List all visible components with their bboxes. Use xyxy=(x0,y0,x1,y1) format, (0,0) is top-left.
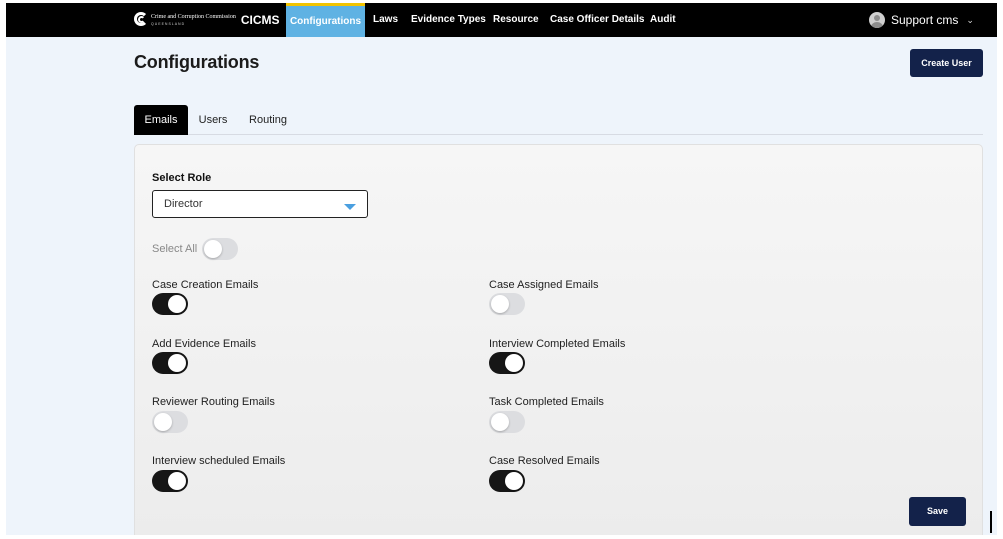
email-settings-panel: Select Role Director Select All Case Cre… xyxy=(134,144,983,535)
nav-tab-configurations[interactable]: Configurations xyxy=(286,3,365,37)
option-label-interview-scheduled: Interview scheduled Emails xyxy=(152,455,286,467)
toggle-reviewer-routing[interactable] xyxy=(152,411,188,433)
nav-tab-audit[interactable]: Audit xyxy=(650,3,676,37)
config-tabs: Emails Users Routing xyxy=(134,105,983,135)
text-cursor-icon xyxy=(990,511,992,533)
user-menu[interactable]: Support cms ⌄ xyxy=(869,10,974,30)
toggle-case-creation[interactable] xyxy=(152,293,188,315)
select-all-toggle[interactable] xyxy=(202,238,238,260)
app-window: Crime and Corruption Commission QUEENSLA… xyxy=(6,3,997,535)
role-select[interactable]: Director xyxy=(152,190,368,218)
save-button[interactable]: Save xyxy=(909,497,966,526)
option-label-task-completed: Task Completed Emails xyxy=(489,396,604,408)
option-label-reviewer-routing: Reviewer Routing Emails xyxy=(152,396,275,408)
create-user-button[interactable]: Create User xyxy=(910,49,983,77)
app-logo[interactable]: Crime and Corruption Commission QUEENSLA… xyxy=(134,9,280,31)
option-label-add-evidence: Add Evidence Emails xyxy=(152,338,256,350)
role-select-value: Director xyxy=(164,198,203,210)
chevron-down-icon: ⌄ xyxy=(966,14,974,25)
logo-text: Crime and Corruption Commission QUEENSLA… xyxy=(151,14,236,27)
toggle-interview-scheduled[interactable] xyxy=(152,470,188,492)
toggle-add-evidence[interactable] xyxy=(152,352,188,374)
top-nav: Crime and Corruption Commission QUEENSLA… xyxy=(6,3,997,37)
option-label-interview-completed: Interview Completed Emails xyxy=(489,338,626,350)
user-avatar-icon xyxy=(869,12,885,28)
option-label-case-creation: Case Creation Emails xyxy=(152,279,259,291)
toggle-interview-completed[interactable] xyxy=(489,352,525,374)
option-label-case-resolved: Case Resolved Emails xyxy=(489,455,600,467)
toggle-case-assigned[interactable] xyxy=(489,293,525,315)
tab-routing[interactable]: Routing xyxy=(244,105,292,135)
tab-users[interactable]: Users xyxy=(193,105,233,135)
toggle-task-completed[interactable] xyxy=(489,411,525,433)
nav-tab-laws[interactable]: Laws xyxy=(373,3,398,37)
nav-tab-resource[interactable]: Resource xyxy=(493,3,539,37)
select-all-label: Select All xyxy=(152,243,198,255)
toggle-case-resolved[interactable] xyxy=(489,470,525,492)
app-name: CICMS xyxy=(240,13,280,27)
logo-org-name: Crime and Corruption Commission xyxy=(151,13,236,20)
user-name: Support cms xyxy=(891,13,959,27)
ccc-logo-icon xyxy=(134,11,148,29)
caret-down-icon xyxy=(344,204,356,210)
nav-tab-case-officer-details[interactable]: Case Officer Details xyxy=(550,3,645,37)
tab-emails[interactable]: Emails xyxy=(134,105,188,135)
nav-tab-evidence-types[interactable]: Evidence Types xyxy=(411,3,486,37)
select-role-label: Select Role xyxy=(152,172,212,184)
logo-subtitle: QUEENSLAND xyxy=(151,21,186,26)
page-title: Configurations xyxy=(134,52,260,72)
option-label-case-assigned: Case Assigned Emails xyxy=(489,279,599,291)
